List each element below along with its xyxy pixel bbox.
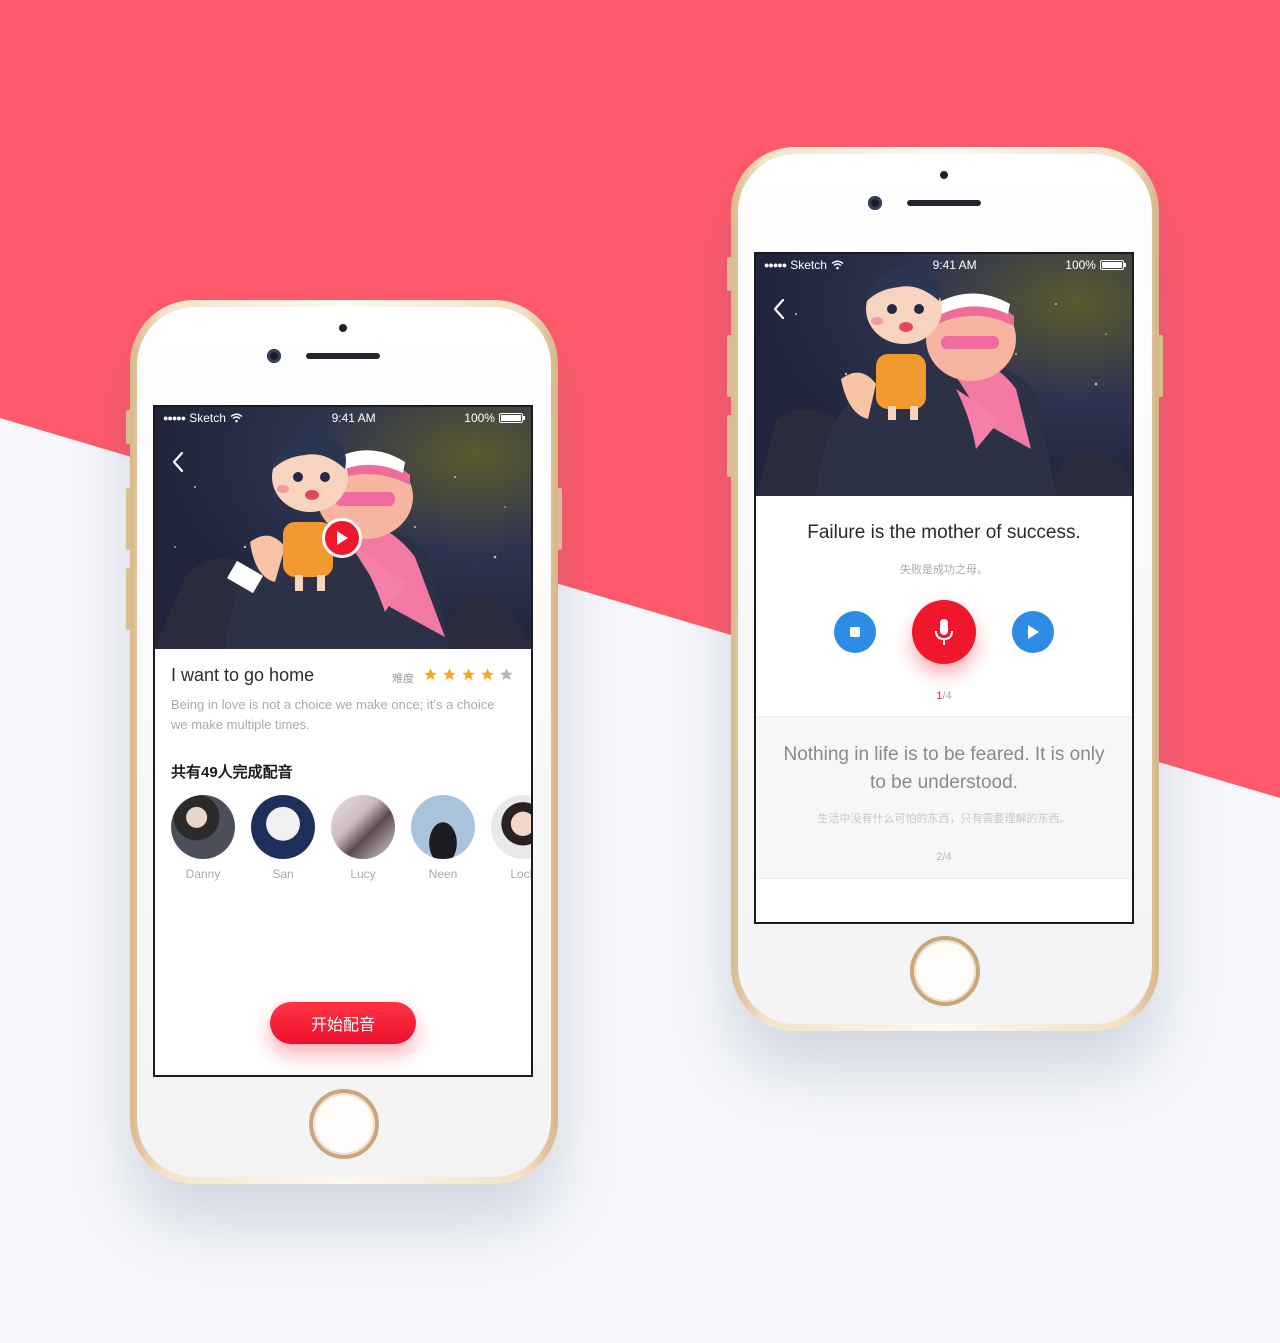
playback-button[interactable] — [1012, 611, 1054, 653]
play-video-button[interactable] — [322, 518, 362, 558]
carrier-label: Sketch — [189, 411, 226, 425]
star-icon — [481, 668, 494, 681]
clip-description: Being in love is not a choice we make on… — [171, 697, 495, 732]
difficulty-label: 难度 — [392, 673, 414, 685]
status-bar: ●●●●● Sketch 9:41 AM 100% — [756, 254, 1132, 276]
current-translation: 失败是成功之母。 — [900, 564, 988, 576]
battery-icon — [498, 413, 525, 423]
home-button[interactable] — [910, 936, 980, 1006]
left-phone: ●●●●● Sketch 9:41 AM 100% I want to go h… — [126, 300, 562, 1184]
participant-item[interactable]: Lucy — [331, 795, 395, 881]
start-dubbing-button[interactable]: 开始配音 — [270, 1002, 416, 1044]
back-arrow-icon[interactable] — [772, 298, 786, 320]
participant-item[interactable]: Lock — [491, 795, 531, 881]
speaker-grille — [306, 353, 380, 359]
participant-name: Lucy — [350, 867, 376, 881]
play-icon — [337, 531, 348, 545]
right-phone: ●●●●● Sketch 9:41 AM 100% Failure is the… — [727, 147, 1163, 1031]
battery-percent: 100% — [464, 411, 495, 425]
status-time: 9:41 AM — [932, 258, 977, 272]
front-camera — [267, 349, 281, 363]
next-sentence-card[interactable]: Nothing in life is to be feared. It is o… — [756, 716, 1132, 879]
star-empty-icon — [500, 668, 513, 681]
star-icon — [443, 668, 456, 681]
participant-name: Neen — [428, 867, 458, 881]
speaker-grille — [907, 200, 981, 206]
signal-dots-icon: ●●●●● — [764, 260, 787, 270]
record-button[interactable] — [912, 600, 976, 664]
wifi-icon — [831, 260, 844, 270]
participant-name: Lock — [510, 867, 531, 881]
home-button[interactable] — [309, 1089, 379, 1159]
total-count: /4 — [942, 690, 952, 702]
current-sentence: Failure is the mother of success. — [807, 522, 1081, 543]
battery-percent: 100% — [1065, 258, 1096, 272]
microphone-icon — [935, 619, 953, 645]
next-translation: 生活中没有什么可怕的东西，只有需要理解的东西。 — [817, 813, 1071, 825]
participant-item[interactable]: San — [251, 795, 315, 881]
play-icon — [1028, 625, 1039, 639]
sensor-dot — [339, 324, 347, 332]
participant-item[interactable]: Danny — [171, 795, 235, 881]
stop-button[interactable] — [834, 611, 876, 653]
back-arrow-icon[interactable] — [171, 451, 185, 473]
avatar — [411, 795, 475, 859]
battery-icon — [1099, 260, 1126, 270]
sensor-dot — [940, 171, 948, 179]
next-progress: 2/4 — [936, 851, 952, 863]
participant-item[interactable]: Neen — [411, 795, 475, 881]
participants-list: Danny San Lucy Neen Lock — [171, 795, 531, 881]
clip-title: I want to go home — [171, 665, 315, 685]
star-icon — [462, 668, 475, 681]
difficulty-stars — [423, 667, 514, 682]
star-icon — [424, 668, 437, 681]
status-bar: ●●●●● Sketch 9:41 AM 100% — [155, 407, 531, 429]
avatar — [251, 795, 315, 859]
wifi-icon — [230, 413, 243, 423]
next-sentence: Nothing in life is to be feared. It is o… — [783, 744, 1105, 793]
recording-screen: ●●●●● Sketch 9:41 AM 100% Failure is the… — [754, 252, 1134, 924]
status-time: 9:41 AM — [331, 411, 376, 425]
participant-name: Danny — [185, 867, 221, 881]
participant-name: San — [272, 867, 294, 881]
signal-dots-icon: ●●●●● — [163, 413, 186, 423]
avatar — [491, 795, 531, 859]
detail-screen: ●●●●● Sketch 9:41 AM 100% I want to go h… — [153, 405, 533, 1077]
sentence-progress: 1/4 — [756, 690, 1132, 702]
avatar — [331, 795, 395, 859]
carrier-label: Sketch — [790, 258, 827, 272]
stop-icon — [850, 627, 860, 637]
hero-illustration — [756, 254, 1132, 496]
participants-title: 共有49人完成配音 — [171, 764, 293, 781]
front-camera — [868, 196, 882, 210]
avatar — [171, 795, 235, 859]
